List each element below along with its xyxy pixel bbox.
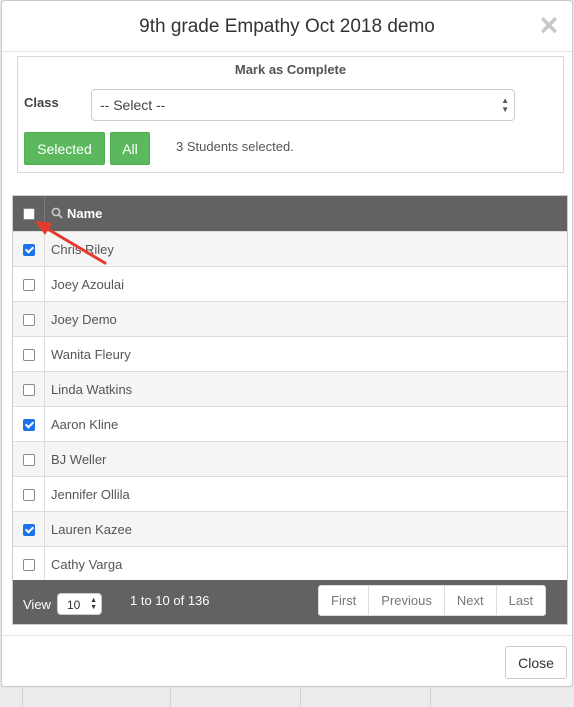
class-select[interactable]: -- Select -- ▲ ▼	[91, 89, 515, 121]
modal-header: 9th grade Empathy Oct 2018 demo ×	[2, 1, 572, 52]
row-checkbox[interactable]	[23, 524, 35, 536]
pagination: First Previous Next Last	[318, 585, 547, 616]
row-checkbox-cell	[13, 302, 45, 336]
row-checkbox[interactable]	[23, 489, 35, 501]
student-name: Joey Azoulai	[51, 277, 124, 292]
table-row[interactable]: Wanita Fleury	[13, 336, 567, 371]
name-column-label: Name	[67, 206, 103, 221]
row-checkbox-cell	[13, 512, 45, 546]
page-size-select[interactable]: 10 ▲ ▼	[57, 593, 102, 615]
mark-complete-panel: Mark as Complete Class -- Select -- ▲ ▼ S…	[17, 56, 564, 173]
row-checkbox[interactable]	[23, 349, 35, 361]
row-checkbox[interactable]	[23, 559, 35, 571]
student-name: Lauren Kazee	[51, 522, 132, 537]
selected-button[interactable]: Selected	[24, 132, 105, 165]
student-name: Aaron Kline	[51, 417, 119, 432]
table-row[interactable]: Joey Azoulai	[13, 266, 567, 301]
row-checkbox-cell	[13, 407, 45, 441]
background-divider	[22, 688, 23, 707]
mark-complete-modal: 9th grade Empathy Oct 2018 demo × Mark a…	[1, 0, 573, 687]
select-all-checkbox[interactable]	[23, 208, 35, 220]
student-name: Linda Watkins	[51, 382, 133, 397]
row-checkbox-cell	[13, 372, 45, 406]
class-select-value: -- Select --	[100, 97, 166, 113]
previous-page-button[interactable]: Previous	[368, 585, 445, 616]
table-row[interactable]: Aaron Kline	[13, 406, 567, 441]
student-name: Joey Demo	[51, 312, 117, 327]
all-button[interactable]: All	[110, 132, 150, 165]
table-row[interactable]: Lauren Kazee	[13, 511, 567, 546]
background-divider	[300, 688, 301, 707]
panel-heading: Mark as Complete	[234, 62, 347, 77]
select-arrows-icon: ▲ ▼	[501, 96, 509, 114]
student-name: Cathy Varga	[51, 557, 123, 572]
student-name: Chris Riley	[51, 242, 114, 257]
row-checkbox[interactable]	[23, 314, 35, 326]
row-checkbox-cell	[13, 337, 45, 371]
background-page	[0, 688, 574, 707]
modal-footer: Close	[2, 635, 572, 686]
row-checkbox-cell	[13, 477, 45, 511]
row-checkbox-cell	[13, 267, 45, 301]
row-checkbox[interactable]	[23, 454, 35, 466]
next-page-button[interactable]: Next	[443, 585, 497, 616]
background-divider	[430, 688, 431, 707]
name-column-header[interactable]: Name	[51, 206, 102, 222]
select-all-cell	[13, 196, 45, 231]
close-button[interactable]: Close	[505, 646, 567, 679]
class-label: Class	[24, 95, 59, 110]
table-row[interactable]: Cathy Varga	[13, 546, 567, 581]
view-label: View	[23, 597, 51, 612]
table-row[interactable]: Linda Watkins	[13, 371, 567, 406]
row-checkbox[interactable]	[23, 279, 35, 291]
student-name: Wanita Fleury	[51, 347, 131, 362]
table-row[interactable]: BJ Weller	[13, 441, 567, 476]
students-table: Name Chris Riley Joey Azoulai Joey Demo Wan…	[12, 195, 568, 625]
table-header: Name	[13, 196, 567, 231]
select-arrows-icon: ▲ ▼	[90, 597, 97, 611]
student-name: BJ Weller	[51, 452, 107, 467]
background-divider	[170, 688, 171, 707]
selected-count-text: 3 Students selected.	[176, 139, 294, 154]
row-checkbox-cell	[13, 232, 45, 266]
row-checkbox-cell	[13, 442, 45, 476]
row-checkbox[interactable]	[23, 244, 35, 256]
student-name: Jennifer Ollila	[51, 487, 130, 502]
table-row[interactable]: Joey Demo	[13, 301, 567, 336]
search-icon	[51, 207, 63, 222]
last-page-button[interactable]: Last	[495, 585, 547, 616]
row-checkbox[interactable]	[23, 384, 35, 396]
table-footer: View 10 ▲ ▼ 1 to 10 of 136 First Previous…	[13, 580, 567, 624]
modal-title: 9th grade Empathy Oct 2018 demo	[139, 16, 435, 37]
table-row[interactable]: Jennifer Ollila	[13, 476, 567, 511]
table-row[interactable]: Chris Riley	[13, 231, 567, 266]
first-page-button[interactable]: First	[318, 585, 370, 616]
page-size-value: 10	[67, 598, 81, 612]
row-checkbox-cell	[13, 547, 45, 581]
row-checkbox[interactable]	[23, 419, 35, 431]
close-icon[interactable]: ×	[536, 9, 562, 41]
pagination-range: 1 to 10 of 136	[130, 593, 210, 608]
